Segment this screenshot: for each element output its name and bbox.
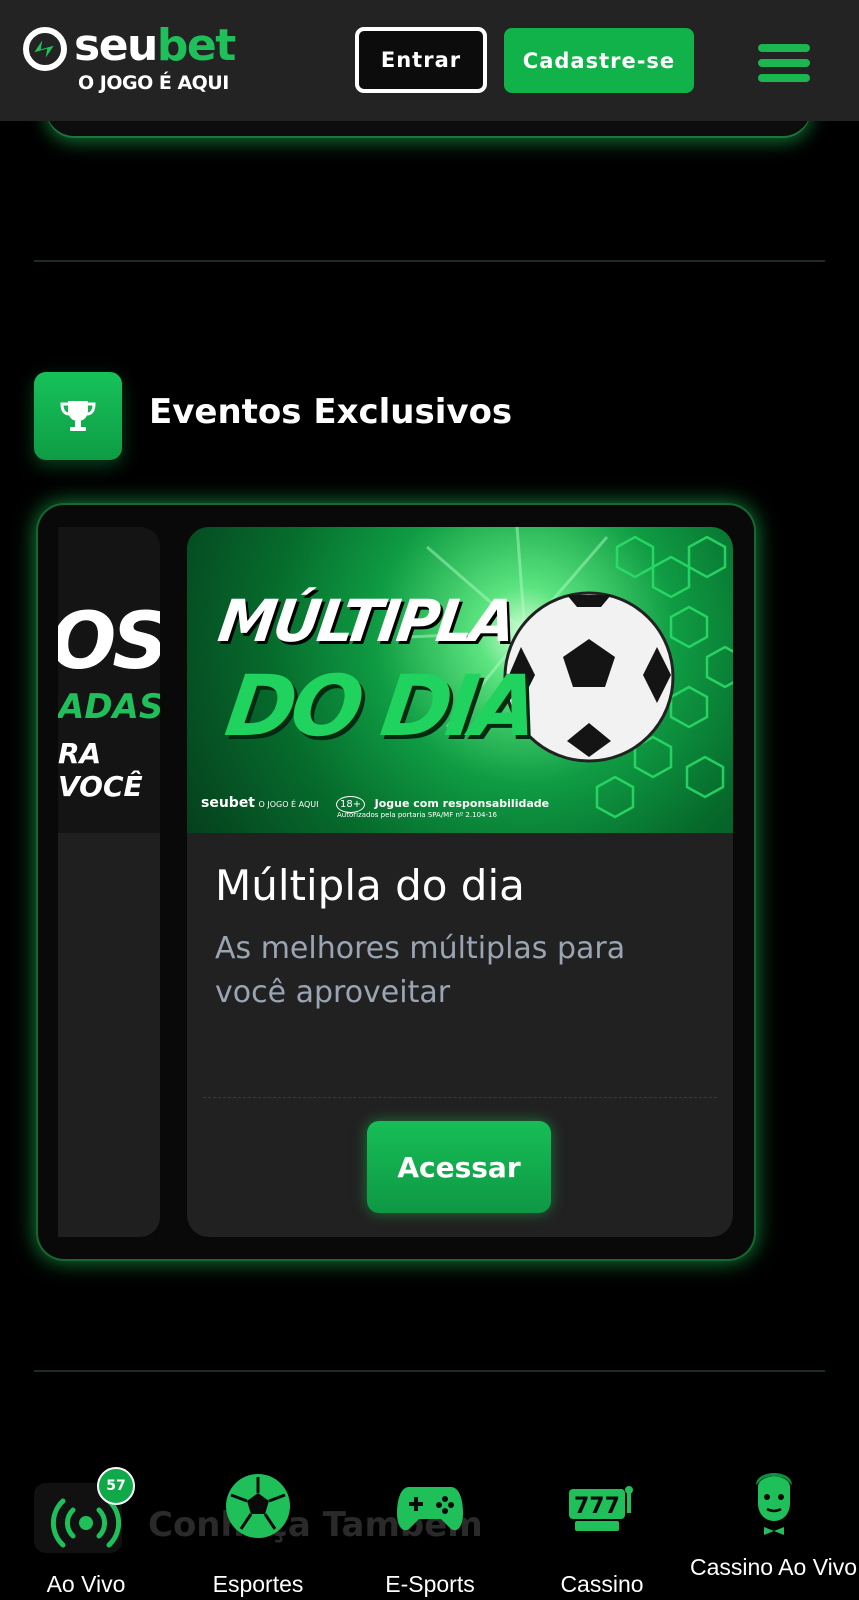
nav-label: Cassino Ao Vivo xyxy=(689,1554,858,1580)
partial-banner-line3: RA VOCÊ xyxy=(58,737,143,803)
gamepad-icon xyxy=(397,1487,463,1531)
event-card-description: As melhores múltiplas para você aproveit… xyxy=(215,931,626,1010)
nav-cassino-ao-vivo[interactable]: Cassino Ao Vivo xyxy=(688,1455,859,1600)
trophy-icon xyxy=(60,401,96,431)
card-separator xyxy=(203,1097,717,1098)
banner-authorized-text: Autorizados pela portaria SPA/MF nº 2.10… xyxy=(337,811,497,819)
banner-footer: seubet O JOGO É AQUI 18+ Jogue com respo… xyxy=(201,795,550,819)
seubet-logo-icon xyxy=(23,27,67,71)
event-card-banner[interactable]: MÚLTIPLA DO DIA seubet O JOGO É AQUI 18+… xyxy=(187,527,733,833)
logo-tagline: O JOGO É AQUI xyxy=(78,72,229,94)
access-button[interactable]: Acessar xyxy=(367,1121,551,1213)
logo-seu: seu xyxy=(74,20,158,71)
trophy-badge xyxy=(34,372,122,460)
nav-ao-vivo[interactable]: 57 Ao Vivo xyxy=(0,1455,172,1600)
nav-label: Cassino xyxy=(560,1571,644,1597)
login-button[interactable]: Entrar xyxy=(355,27,487,93)
banner-brand-tag: O JOGO É AQUI xyxy=(258,800,319,809)
hamburger-menu-icon[interactable] xyxy=(758,44,814,84)
partial-banner-line1: OS xyxy=(58,597,160,687)
slot-machine-icon: 777 xyxy=(569,1486,633,1531)
event-card-title: Múltipla do dia xyxy=(215,861,525,910)
event-card-partial[interactable]: OS ADAS RA VOCÊ xyxy=(58,527,160,1237)
banner-title-line2: DO DIA xyxy=(220,657,541,755)
soccer-ball-icon xyxy=(226,1474,290,1538)
banner-brand: seubet xyxy=(201,795,256,811)
banner-title-line1: MÚLTIPLA xyxy=(214,587,518,655)
logo-bet: bet xyxy=(156,20,236,71)
page: seubet O JOGO É AQUI Entrar Cadastre-se … xyxy=(0,0,859,1600)
top-header: seubet O JOGO É AQUI Entrar Cadastre-se xyxy=(0,0,859,121)
nav-label: Esportes xyxy=(212,1571,304,1597)
live-count-badge: 57 xyxy=(97,1467,135,1505)
nav-label: Ao Vivo xyxy=(46,1571,126,1597)
dealer-icon xyxy=(755,1473,792,1535)
banner-responsible-text: Jogue com responsabilidade xyxy=(374,797,550,810)
svg-text:777: 777 xyxy=(574,1494,620,1519)
bottom-navigation: 57 Ao Vivo Esportes E-Sports 777 Cassino… xyxy=(0,1455,859,1600)
nav-label: E-Sports xyxy=(385,1571,475,1597)
seubet-logo[interactable]: seubet O JOGO É AQUI xyxy=(22,20,272,100)
nav-cassino[interactable]: 777 Cassino xyxy=(516,1455,688,1600)
event-card-multipla[interactable]: MÚLTIPLA DO DIA seubet O JOGO É AQUI 18+… xyxy=(187,527,733,1237)
partial-banner-line2: ADAS xyxy=(58,687,160,727)
event-card-partial-banner: OS ADAS RA VOCÊ xyxy=(58,527,160,833)
nav-esports[interactable]: E-Sports xyxy=(344,1455,516,1600)
signup-button[interactable]: Cadastre-se xyxy=(504,28,694,93)
nav-esportes[interactable]: Esportes xyxy=(172,1455,344,1600)
logo-wordmark: seubet xyxy=(74,20,236,72)
section-divider xyxy=(34,1370,825,1372)
section-divider xyxy=(34,260,825,262)
section-title: Eventos Exclusivos xyxy=(149,392,513,432)
